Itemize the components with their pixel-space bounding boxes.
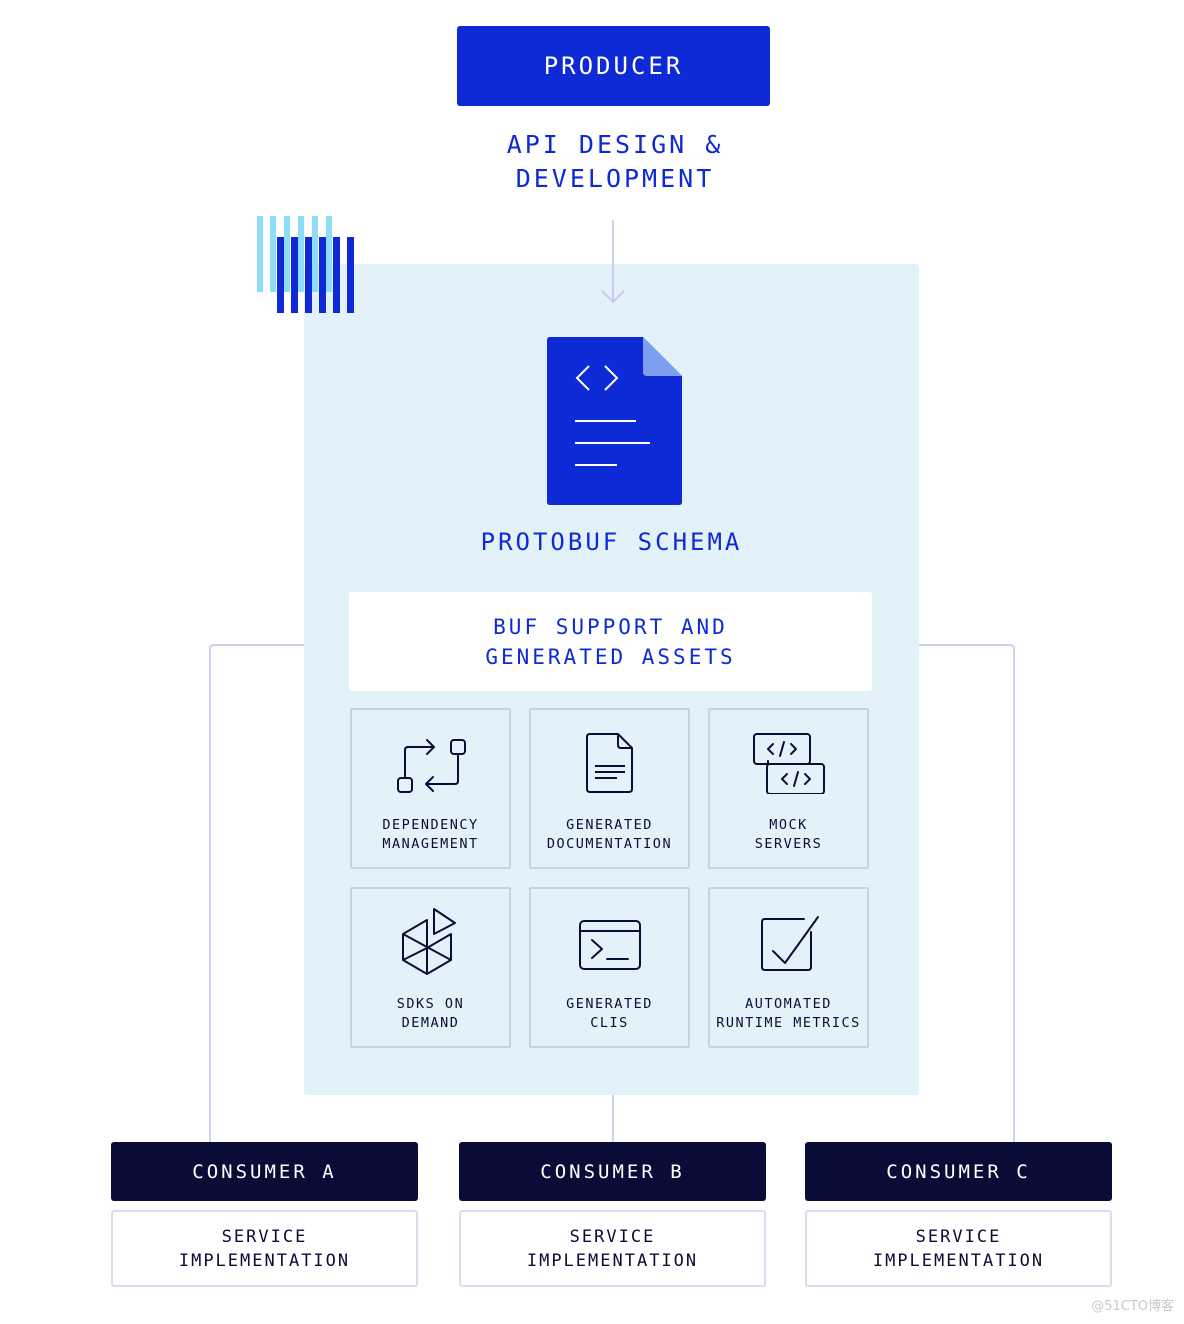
consumer-c-box: CONSUMER C — [805, 1142, 1112, 1201]
consumer-a-service-box: SERVICE IMPLEMENTATION — [111, 1210, 418, 1287]
tile-label: SDKS ON DEMAND — [396, 996, 465, 1031]
producer-box: PRODUCER — [457, 26, 770, 106]
tile-label: MOCK SERVERS — [754, 817, 823, 852]
protobuf-schema-label: PROTOBUF SCHEMA — [480, 528, 743, 556]
tile-dependency-management: DEPENDENCY MANAGEMENT — [350, 708, 511, 869]
checkbox-icon — [760, 916, 819, 971]
sdk-cube-icon — [401, 908, 456, 975]
tile-sdks-on-demand: SDKS ON DEMAND — [350, 887, 511, 1048]
tile-automated-runtime-metrics: AUTOMATED RUNTIME METRICS — [708, 887, 869, 1048]
service-implementation-label: SERVICE IMPLEMENTATION — [526, 1226, 699, 1271]
terminal-icon — [578, 920, 641, 970]
buf-support-label: BUF SUPPORT AND GENERATED ASSETS — [485, 614, 736, 669]
watermark: @51CTO博客 — [1091, 1299, 1174, 1314]
consumer-a-box: CONSUMER A — [111, 1142, 418, 1201]
service-implementation-label: SERVICE IMPLEMENTATION — [872, 1226, 1045, 1271]
tile-label: GENERATED CLIS — [566, 996, 653, 1031]
consumer-a-label: CONSUMER A — [192, 1160, 337, 1183]
document-icon — [585, 733, 633, 793]
consumer-b-label: CONSUMER B — [540, 1160, 685, 1183]
producer-label: PRODUCER — [543, 52, 684, 80]
tile-generated-clis: GENERATED CLIS — [529, 887, 690, 1048]
code-windows-icon — [752, 733, 825, 794]
api-design-label: API DESIGN & DEVELOPMENT — [506, 130, 724, 193]
consumer-c-label: CONSUMER C — [886, 1160, 1031, 1183]
code-document-icon — [547, 337, 682, 505]
tile-label: GENERATED DOCUMENTATION — [546, 817, 673, 852]
tile-label: AUTOMATED RUNTIME METRICS — [716, 996, 861, 1031]
dependency-arrows-icon — [396, 739, 466, 793]
service-implementation-label: SERVICE IMPLEMENTATION — [178, 1226, 351, 1271]
consumer-b-service-box: SERVICE IMPLEMENTATION — [459, 1210, 766, 1287]
buf-support-box: BUF SUPPORT AND GENERATED ASSETS — [349, 592, 872, 691]
consumer-b-box: CONSUMER B — [459, 1142, 766, 1201]
decorative-stripes-icon — [257, 216, 354, 313]
tile-label: DEPENDENCY MANAGEMENT — [382, 817, 479, 852]
consumer-c-service-box: SERVICE IMPLEMENTATION — [805, 1210, 1112, 1287]
tile-mock-servers: MOCK SERVERS — [708, 708, 869, 869]
tile-generated-documentation: GENERATED DOCUMENTATION — [529, 708, 690, 869]
